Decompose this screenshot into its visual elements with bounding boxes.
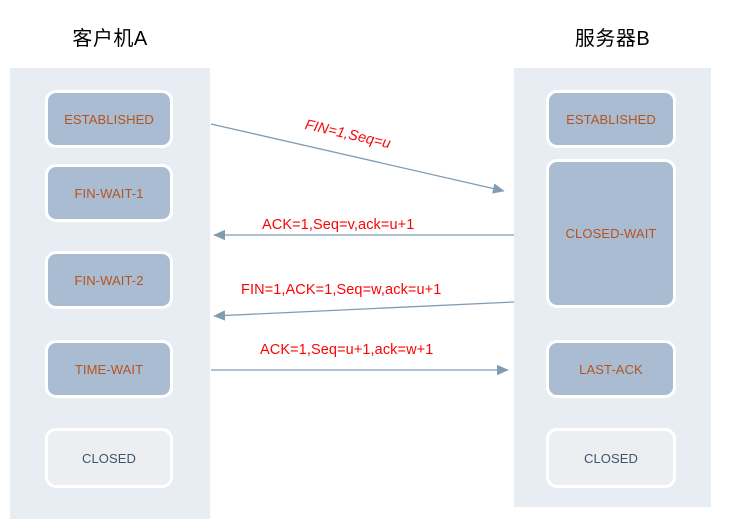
tcp-termination-diagram: 客户机A 服务器B ESTABLISHED FIN-WAIT-1 FIN-WAI… — [0, 0, 729, 530]
message-label-ack-seq-v: ACK=1,Seq=v,ack=u+1 — [262, 217, 415, 233]
message-arrow-3 — [213, 301, 515, 321]
column-title-client: 客户机A — [72, 28, 148, 50]
state-box-client-established: ESTABLISHED — [45, 90, 173, 148]
state-box-client-fin-wait-1: FIN-WAIT-1 — [45, 164, 173, 222]
state-box-client-time-wait: TIME-WAIT — [45, 340, 173, 398]
state-box-server-established: ESTABLISHED — [546, 90, 676, 148]
state-box-client-closed: CLOSED — [45, 428, 173, 488]
message-label-fin-ack-seq-w: FIN=1,ACK=1,Seq=w,ack=u+1 — [241, 282, 442, 298]
message-label-ack-seq-u1: ACK=1,Seq=u+1,ack=w+1 — [260, 342, 434, 358]
state-box-server-closed-wait: CLOSED-WAIT — [546, 159, 676, 308]
state-box-server-closed: CLOSED — [546, 428, 676, 488]
state-box-client-fin-wait-2: FIN-WAIT-2 — [45, 251, 173, 309]
message-label-fin-seq-u: FIN=1,Seq=u — [303, 117, 393, 153]
state-box-server-last-ack: LAST-ACK — [546, 340, 676, 398]
column-title-server: 服务器B — [574, 28, 651, 50]
